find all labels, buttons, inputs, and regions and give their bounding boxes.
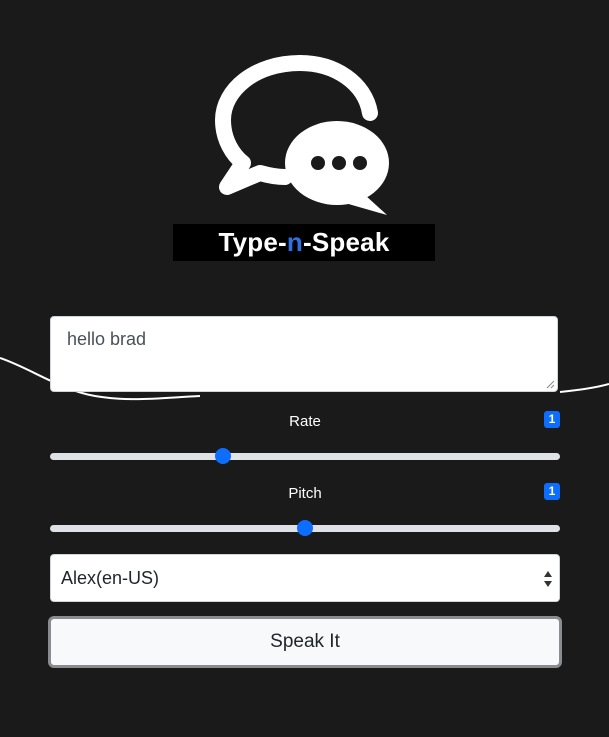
pitch-slider-thumb[interactable] bbox=[297, 520, 313, 536]
rate-slider-track bbox=[50, 453, 560, 460]
brand-title: Type-n-Speak bbox=[173, 224, 435, 261]
voice-select[interactable]: Alex(en-US) bbox=[50, 554, 560, 602]
voice-select-value: Alex(en-US) bbox=[61, 568, 160, 588]
select-arrows-icon bbox=[544, 571, 552, 587]
rate-slider-thumb[interactable] bbox=[215, 448, 232, 464]
chat-bubbles-logo-icon bbox=[215, 55, 389, 215]
pitch-label: Pitch bbox=[288, 485, 322, 502]
pitch-value-badge: 1 bbox=[544, 483, 560, 500]
rate-slider[interactable] bbox=[50, 446, 560, 466]
rate-label: Rate bbox=[289, 413, 321, 430]
brand-suffix: -Speak bbox=[303, 227, 390, 257]
brand-accent: n bbox=[286, 227, 304, 257]
pitch-slider[interactable] bbox=[50, 518, 560, 538]
rate-value-badge: 1 bbox=[544, 411, 560, 428]
speak-button[interactable]: Speak It bbox=[48, 616, 562, 668]
brand-prefix: Type- bbox=[218, 227, 287, 257]
text-to-speak-input[interactable]: hello brad bbox=[50, 316, 558, 392]
resize-grip-icon[interactable] bbox=[546, 380, 555, 389]
text-input-value: hello brad bbox=[67, 329, 147, 349]
